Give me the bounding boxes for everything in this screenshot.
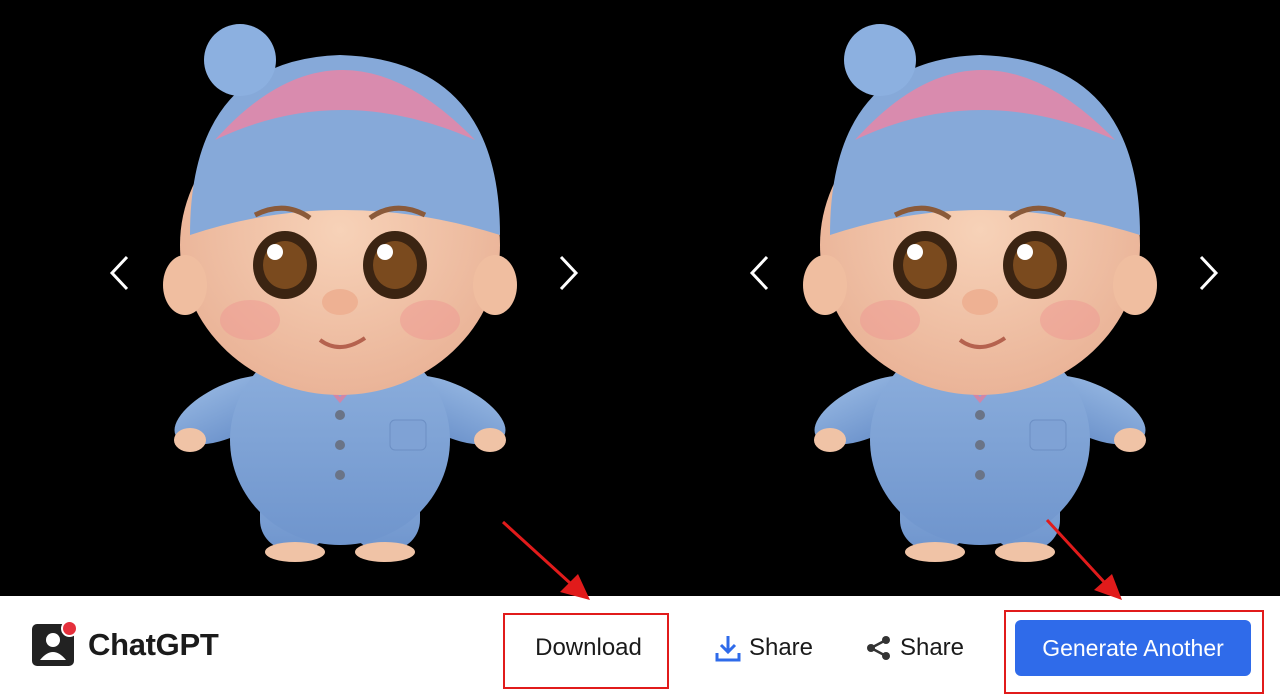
app-name: ChatGPT: [88, 627, 219, 662]
next-image-button[interactable]: [548, 248, 588, 298]
generate-another-button[interactable]: Generate Another: [1015, 620, 1251, 676]
image-panel-right: [640, 0, 1280, 596]
image-panel-left: [0, 0, 640, 596]
chevron-left-icon: [749, 255, 769, 291]
app-brand: ChatGPT: [32, 620, 219, 666]
share-label-b: Share: [899, 634, 965, 661]
share-button-nodes[interactable]: Share: [858, 620, 970, 676]
chevron-left-icon: [109, 255, 129, 291]
action-bar: ChatGPT Download Share Share Generate An…: [0, 596, 1280, 698]
notification-badge: [61, 620, 78, 637]
download-arrow-icon: [713, 633, 743, 663]
download-label: Download: [535, 634, 642, 661]
previous-image-button[interactable]: [100, 248, 140, 298]
contact-card-icon: [32, 620, 78, 666]
generate-label: Generate Another: [1042, 634, 1224, 661]
image-viewer: [0, 0, 1280, 596]
chevron-right-icon: [559, 255, 579, 291]
download-button[interactable]: Download: [516, 620, 661, 676]
baby-image-right: [803, 24, 1157, 562]
next-image-button[interactable]: [1188, 248, 1228, 298]
share-nodes-icon: [864, 633, 894, 663]
previous-image-button[interactable]: [740, 248, 780, 298]
chevron-right-icon: [1199, 255, 1219, 291]
share-label-a: Share: [748, 634, 814, 661]
baby-image-left: [163, 24, 517, 562]
share-button-download[interactable]: Share: [708, 620, 818, 676]
